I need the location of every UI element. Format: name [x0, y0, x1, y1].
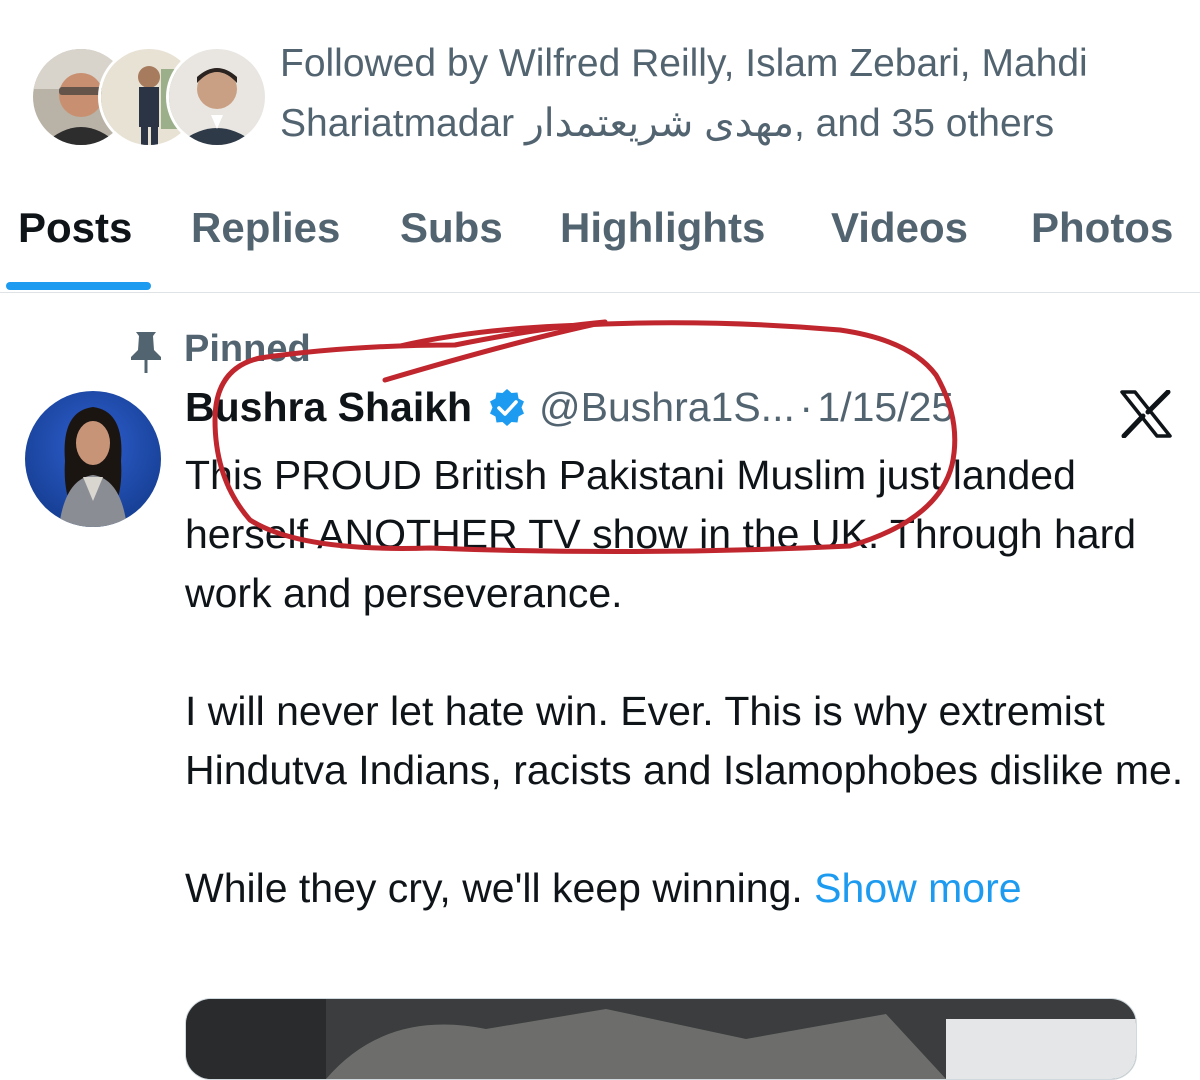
author-avatar[interactable]: [25, 391, 161, 527]
follower-avatar[interactable]: [166, 46, 268, 148]
follower-others: , and 35 others: [793, 102, 1055, 145]
tab-highlights[interactable]: Highlights: [560, 204, 765, 252]
post-text: This PROUD British Pakistani Muslim just…: [185, 446, 1185, 918]
post-date[interactable]: 1/15/25: [817, 384, 954, 430]
tab-posts[interactable]: Posts: [18, 204, 132, 252]
followed-by-line1: Followed by Wilfred Reilly, Islam Zebari…: [280, 42, 1088, 85]
tab-replies[interactable]: Replies: [191, 204, 340, 252]
follower-avatars[interactable]: [30, 46, 268, 148]
x-logo-icon[interactable]: [1120, 390, 1172, 438]
follower-name: Shariatmadar: [280, 102, 525, 145]
followed-by-text[interactable]: Followed by Wilfred Reilly, Islam Zebari…: [280, 34, 1180, 154]
post-media[interactable]: [185, 998, 1137, 1080]
post-paragraph: This PROUD British Pakistani Muslim just…: [185, 452, 1137, 616]
show-more-link[interactable]: Show more: [814, 865, 1021, 911]
active-tab-indicator: [6, 282, 151, 290]
tab-photos[interactable]: Photos: [1031, 204, 1173, 252]
author-name[interactable]: Bushra Shaikh: [185, 384, 472, 430]
post-last-line: While they cry, we'll keep winning.: [185, 865, 803, 911]
pin-icon: [131, 332, 161, 373]
post-header: Bushra Shaikh @Bushra1S... · 1/15/25: [185, 384, 954, 444]
tab-videos[interactable]: Videos: [831, 204, 968, 252]
profile-tabs: Posts Replies Subs Highlights Videos Pho…: [0, 180, 1200, 293]
pinned-label: Pinned: [184, 328, 311, 370]
author-handle[interactable]: @Bushra1S...: [539, 384, 795, 430]
followers-section: Followed by Wilfred Reilly, Islam Zebari…: [0, 0, 1200, 170]
followed-by-line2: Shariatmadar مهدی شریعتمدار, and 35 othe…: [280, 94, 1180, 154]
follower-name-arabic: مهدی شریعتمدار: [524, 102, 794, 145]
verified-badge-icon: [489, 388, 524, 426]
post-paragraph: I will never let hate win. Ever. This is…: [185, 688, 1184, 793]
post-paragraph-last: While they cry, we'll keep winning. Show…: [185, 859, 1185, 918]
separator-dot: ·: [799, 384, 813, 430]
tab-subs[interactable]: Subs: [400, 204, 503, 252]
